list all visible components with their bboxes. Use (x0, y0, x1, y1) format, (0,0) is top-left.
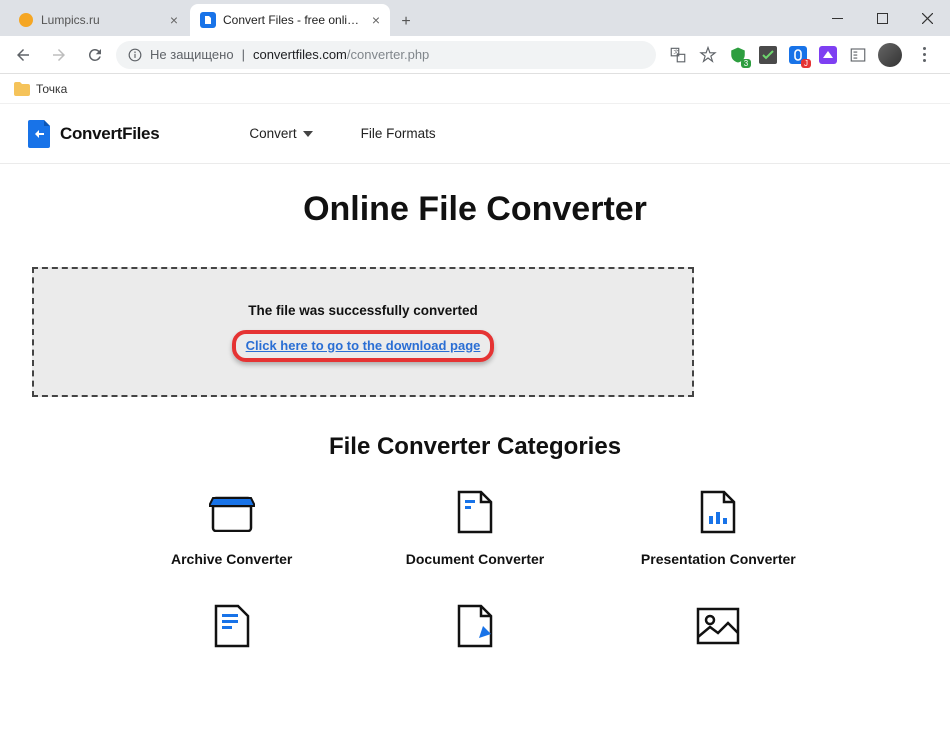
edit-file-icon (452, 603, 498, 649)
categories-grid: Archive Converter Document Converter Pre… (115, 489, 835, 567)
back-button[interactable] (8, 40, 38, 70)
download-link-highlight: Click here to go to the download page (232, 330, 495, 362)
conversion-result-box: The file was successfully converted Clic… (32, 267, 694, 397)
site-nav: Convert File Formats (249, 126, 435, 141)
info-icon (128, 48, 142, 62)
category-item[interactable] (602, 603, 835, 649)
url-path: /converter.php (347, 47, 429, 62)
presentation-icon (695, 489, 741, 535)
categories-title: File Converter Categories (26, 433, 924, 461)
document-icon (452, 489, 498, 535)
star-icon[interactable] (698, 45, 718, 65)
tab-title: Lumpics.ru (41, 13, 163, 27)
favicon-icon (18, 12, 34, 28)
close-icon[interactable]: × (170, 12, 178, 28)
forward-button[interactable] (44, 40, 74, 70)
profile-avatar[interactable] (878, 43, 902, 67)
image-icon (695, 603, 741, 649)
tunnel-ext-icon[interactable]: J (788, 45, 808, 65)
categories-grid-row2 (115, 603, 835, 649)
category-label: Presentation Converter (641, 551, 796, 567)
close-icon[interactable]: × (372, 12, 380, 28)
tab-convertfiles[interactable]: Convert Files - free online file co × (190, 4, 390, 36)
nav-convert[interactable]: Convert (249, 126, 312, 141)
category-item[interactable] (115, 603, 348, 649)
bookmarks-bar: Точка (0, 74, 950, 104)
site-header: ConvertFiles Convert File Formats (0, 104, 950, 164)
adguard-icon[interactable]: 3 (728, 45, 748, 65)
url-host: convertfiles.com (253, 47, 347, 62)
kebab-menu-icon[interactable] (912, 47, 936, 62)
translate-icon[interactable]: 文 (668, 45, 688, 65)
brand-name: ConvertFiles (60, 124, 159, 144)
url-input[interactable]: Не защищено | convertfiles.com/converter… (116, 41, 656, 69)
download-link[interactable]: Click here to go to the download page (246, 338, 481, 353)
success-message: The file was successfully converted (248, 303, 478, 318)
reload-button[interactable] (80, 40, 110, 70)
logo-icon (28, 120, 52, 148)
category-presentation[interactable]: Presentation Converter (602, 489, 835, 567)
page-content: ConvertFiles Convert File Formats Online… (0, 104, 950, 743)
tab-lumpics[interactable]: Lumpics.ru × (8, 4, 188, 36)
nav-label: Convert (249, 126, 296, 141)
archive-icon (209, 489, 255, 535)
nav-file-formats[interactable]: File Formats (361, 126, 436, 141)
chevron-down-icon (303, 131, 313, 137)
check-ext-icon[interactable] (758, 45, 778, 65)
text-file-icon (209, 603, 255, 649)
favicon-icon (200, 12, 216, 28)
category-item[interactable] (358, 603, 591, 649)
purple-ext-icon[interactable] (818, 45, 838, 65)
maximize-button[interactable] (860, 3, 905, 33)
browser-tabs-bar: Lumpics.ru × Convert Files - free online… (0, 0, 950, 36)
security-label: Не защищено (150, 47, 234, 62)
category-document[interactable]: Document Converter (358, 489, 591, 567)
minimize-button[interactable] (815, 3, 860, 33)
nav-label: File Formats (361, 126, 436, 141)
badge: J (801, 59, 811, 68)
category-label: Document Converter (406, 551, 544, 567)
reader-icon[interactable] (848, 45, 868, 65)
category-label: Archive Converter (171, 551, 292, 567)
folder-icon (14, 82, 30, 96)
brand-logo[interactable]: ConvertFiles (28, 120, 159, 148)
tab-title: Convert Files - free online file co (223, 13, 365, 27)
badge: 3 (741, 59, 751, 68)
close-window-button[interactable] (905, 3, 950, 33)
address-bar: Не защищено | convertfiles.com/converter… (0, 36, 950, 74)
bookmark-folder[interactable]: Точка (36, 82, 67, 96)
category-archive[interactable]: Archive Converter (115, 489, 348, 567)
new-tab-button[interactable]: + (392, 8, 420, 36)
page-title: Online File Converter (26, 190, 924, 229)
